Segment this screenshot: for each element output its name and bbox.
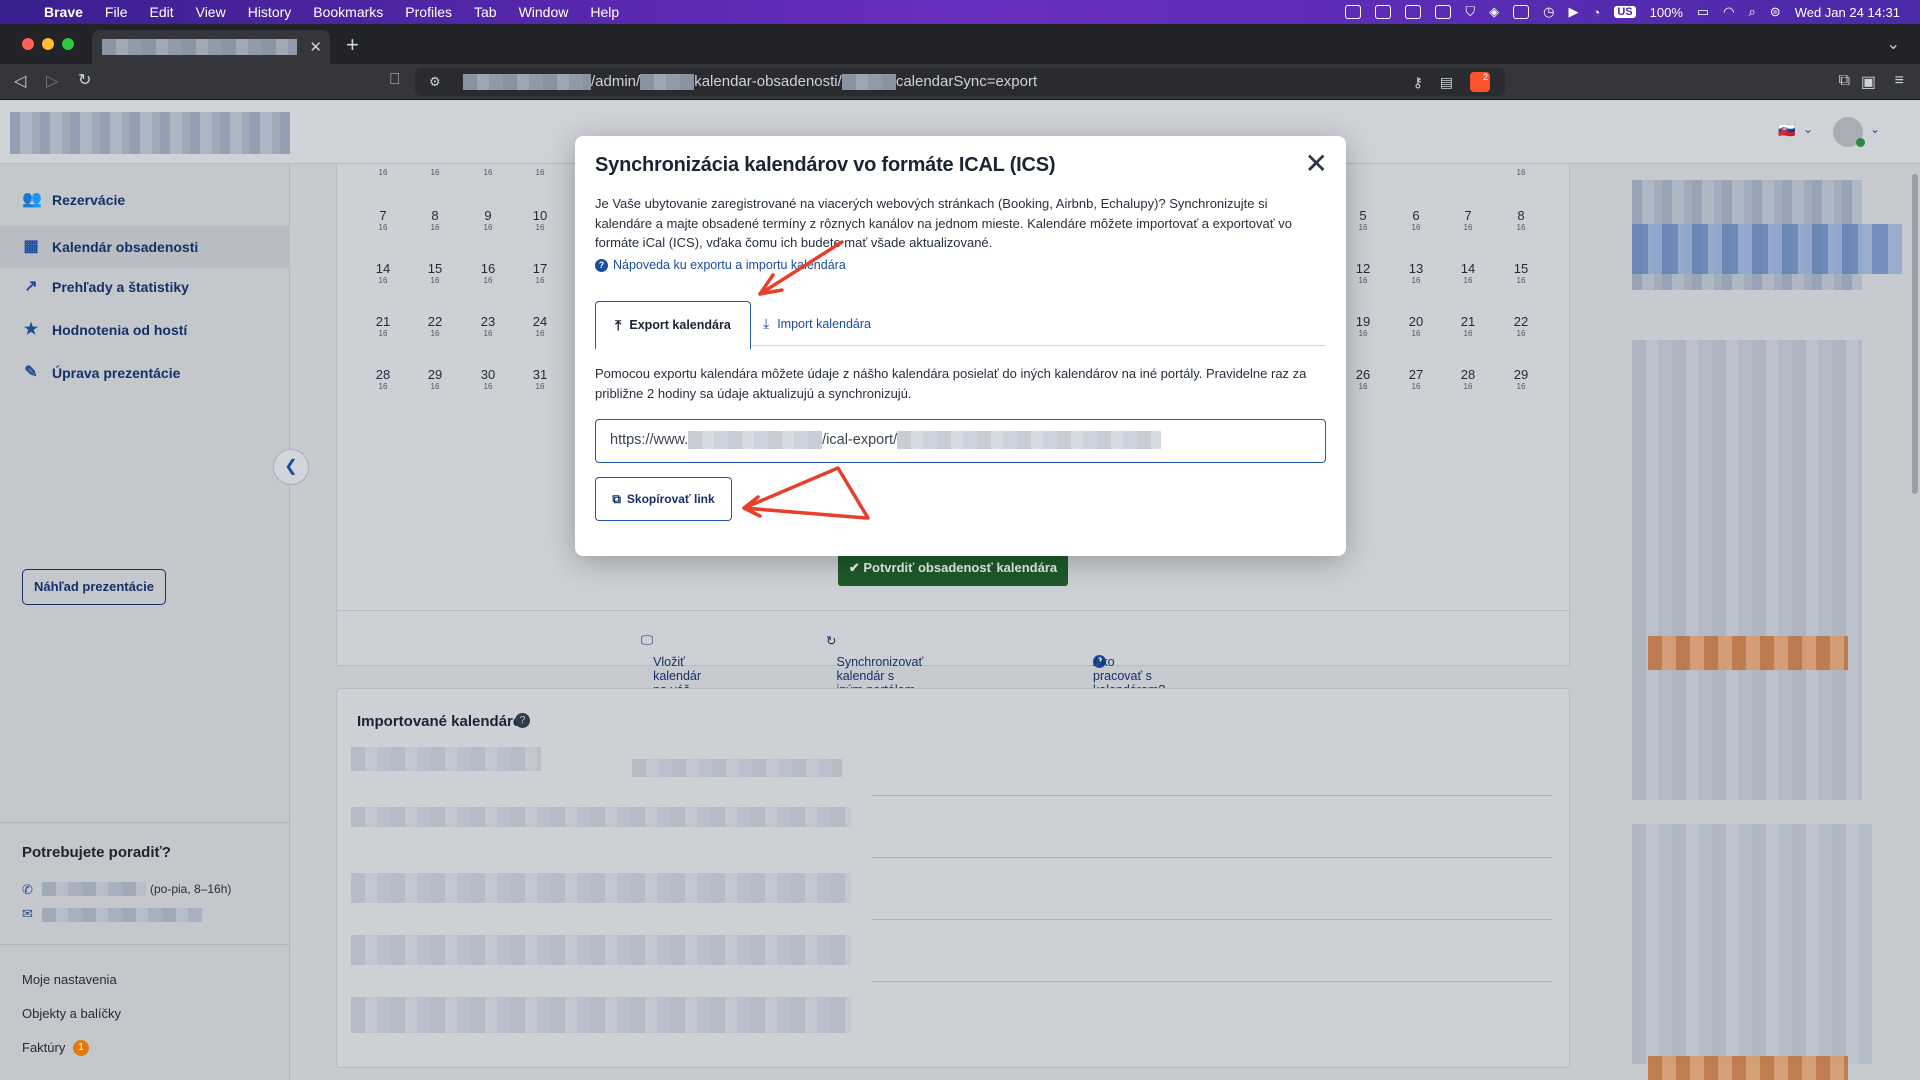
annotation-arrows [742, 240, 870, 520]
arrow-to-export-tab [758, 240, 844, 296]
arrow-to-copy-button [742, 466, 870, 520]
